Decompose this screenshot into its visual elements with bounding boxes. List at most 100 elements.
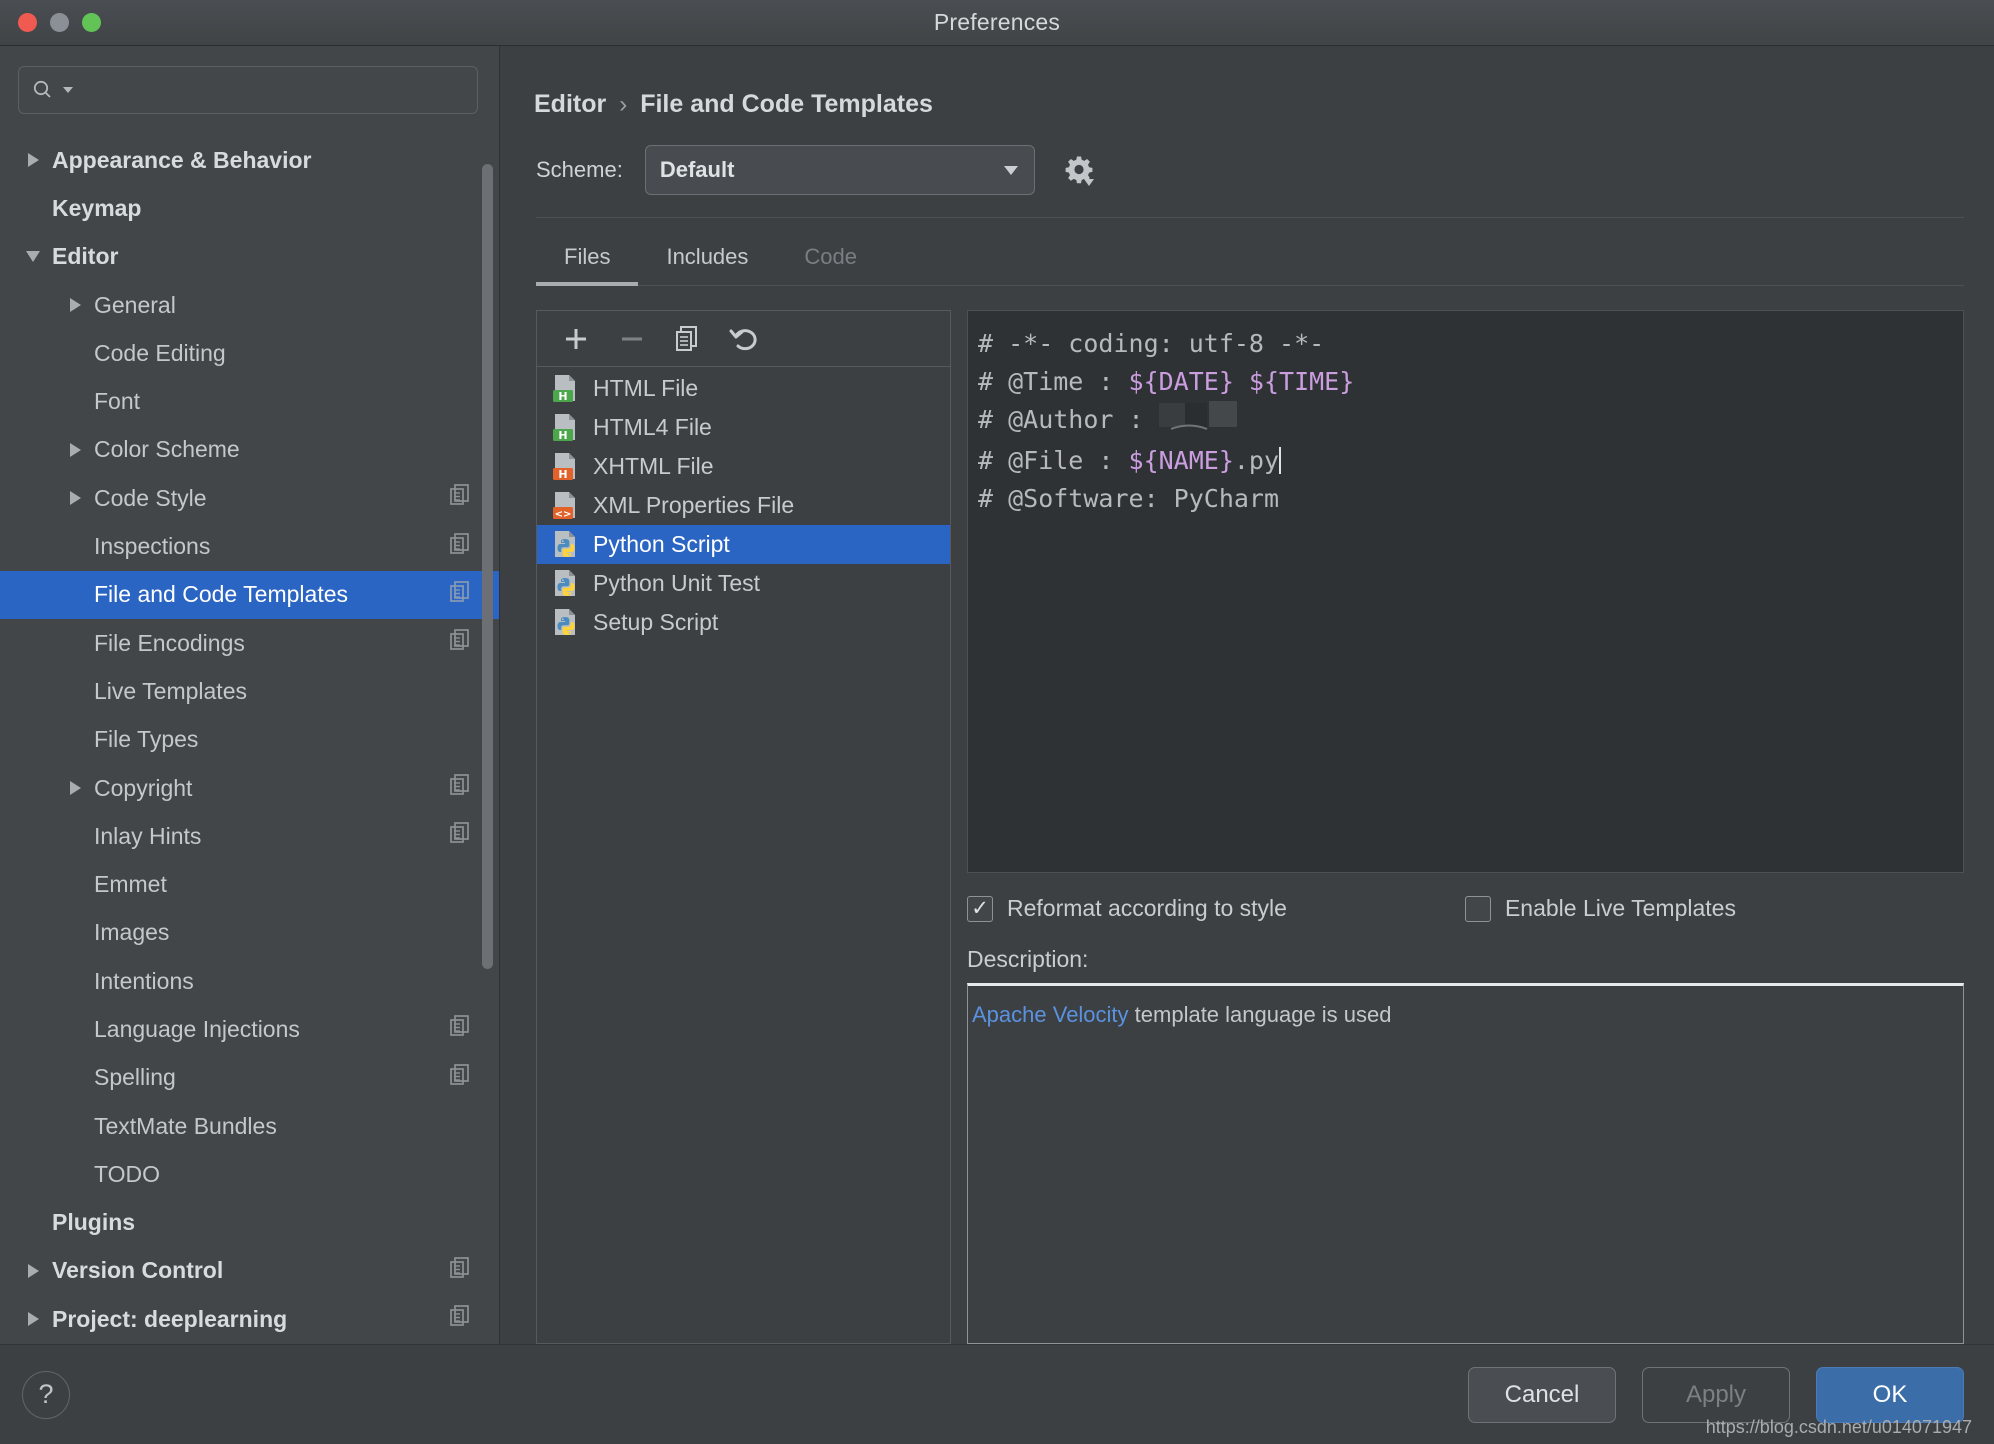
ok-button[interactable]: OK (1816, 1366, 1964, 1423)
sidebar-item-spelling[interactable]: Spelling (0, 1054, 499, 1102)
sidebar-item-label: Code Editing (94, 339, 226, 366)
sidebar-item-images[interactable]: Images (0, 909, 499, 957)
template-list-item[interactable]: Python Script (537, 525, 950, 564)
template-tabs[interactable]: Files Includes Code (500, 232, 1994, 286)
sidebar-item-file-encodings[interactable]: File Encodings (0, 619, 499, 667)
help-button[interactable]: ? (22, 1370, 70, 1419)
template-list-toolbar (537, 311, 950, 367)
template-list-item[interactable]: H HTML4 File (537, 408, 950, 447)
sidebar-item-general[interactable]: General (0, 281, 499, 329)
tab-files[interactable]: Files (536, 232, 639, 286)
watermark: https://blog.csdn.net/u014071947 (1705, 1417, 1972, 1437)
apache-velocity-link[interactable]: Apache Velocity (972, 1002, 1129, 1027)
sidebar-item-project-deeplearning[interactable]: Project: deeplearning (0, 1295, 499, 1343)
reformat-option[interactable]: Reformat according to style (967, 895, 1287, 922)
sidebar-item-font[interactable]: Font (0, 377, 499, 425)
chevron-right-icon[interactable] (22, 1260, 44, 1282)
settings-tree[interactable]: Appearance & Behavior Keymap Editor General… (0, 128, 499, 1344)
description-box[interactable]: Apache Velocity template language is use… (967, 983, 1964, 1344)
code-text: .py (1233, 446, 1280, 475)
python-file-icon (551, 569, 581, 599)
copy-badge-icon (447, 531, 473, 563)
chevron-right-icon[interactable] (64, 439, 86, 461)
scheme-settings-button[interactable] (1057, 149, 1099, 191)
copy-badge-icon (450, 822, 469, 844)
sidebar-item-file-and-code-templates[interactable]: File and Code Templates (0, 570, 499, 619)
search-input[interactable] (81, 79, 465, 101)
chevron-right-icon[interactable] (22, 149, 44, 171)
code-line: # @File : ${NAME}.py (968, 442, 1963, 480)
sidebar-item-label: Spelling (94, 1064, 176, 1091)
breadcrumb-parent[interactable]: Editor (534, 90, 606, 119)
template-list-item[interactable]: H HTML File (537, 369, 950, 408)
scheme-value: Default (659, 157, 735, 182)
templates-panes: H HTML File H HTML4 File H XHTML File <>… (500, 286, 1994, 1344)
sidebar-item-plugins[interactable]: Plugins (0, 1199, 499, 1247)
sidebar-item-intentions[interactable]: Intentions (0, 957, 499, 1005)
tab-code: Code (804, 244, 857, 269)
sidebar-item-todo[interactable]: TODO (0, 1150, 499, 1198)
chevron-right-icon[interactable] (64, 777, 86, 799)
python-file-icon (551, 530, 581, 560)
chevron-right-icon[interactable] (64, 487, 86, 509)
sidebar-item-version-control[interactable]: Version Control (0, 1247, 499, 1295)
template-list-item[interactable]: H XHTML File (537, 447, 950, 486)
copy-badge-icon (447, 1062, 473, 1094)
reformat-checkbox[interactable] (967, 895, 993, 922)
template-list-item-label: HTML File (593, 375, 699, 401)
breadcrumb: Editor › File and Code Templates (500, 46, 1994, 119)
minus-icon[interactable] (615, 322, 649, 356)
tab-includes[interactable]: Includes (638, 232, 776, 286)
template-list[interactable]: H HTML File H HTML4 File H XHTML File <>… (537, 367, 950, 1343)
code-line: # @Time : ${DATE} ${TIME} (968, 363, 1963, 401)
chevron-right-icon[interactable] (22, 1308, 44, 1330)
plus-icon[interactable] (559, 322, 593, 356)
sidebar-item-label: Code Style (94, 484, 207, 511)
template-variable: ${NAME} (1128, 446, 1234, 475)
live-templates-checkbox[interactable] (1464, 895, 1491, 922)
sidebar-item-copyright[interactable]: Copyright (0, 764, 499, 812)
sidebar-item-appearance-behavior[interactable]: Appearance & Behavior (0, 136, 499, 184)
sidebar-item-inlay-hints[interactable]: Inlay Hints (0, 812, 499, 860)
sidebar-item-keymap[interactable]: Keymap (0, 184, 499, 232)
sidebar-item-code-editing[interactable]: Code Editing (0, 329, 499, 377)
template-list-item[interactable]: <> XML Properties File (537, 486, 950, 525)
copy-icon[interactable] (671, 322, 705, 356)
sidebar-scrollbar[interactable] (482, 164, 493, 969)
search-box[interactable] (18, 66, 478, 114)
sidebar-item-label: Project: deeplearning (52, 1305, 288, 1332)
revert-icon[interactable] (727, 322, 761, 356)
twisty-placeholder (22, 197, 44, 219)
sidebar-item-emmet[interactable]: Emmet (0, 860, 499, 908)
sidebar-item-live-templates[interactable]: Live Templates (0, 667, 499, 715)
chevron-down-icon[interactable] (22, 246, 44, 268)
sidebar-item-editor[interactable]: Editor (0, 233, 499, 281)
code-line: # @Author : (968, 401, 1963, 442)
scheme-divider (536, 217, 1964, 218)
code-line: # -*- coding: utf-8 -*- (968, 325, 1963, 363)
twisty-placeholder (64, 584, 86, 606)
sidebar-item-textmate-bundles[interactable]: TextMate Bundles (0, 1102, 499, 1150)
scheme-select[interactable]: Default (644, 145, 1035, 195)
sidebar-item-inspections[interactable]: Inspections (0, 522, 499, 570)
sidebar-item-color-scheme[interactable]: Color Scheme (0, 426, 499, 474)
twisty-placeholder (64, 1018, 86, 1040)
sidebar-item-language-injections[interactable]: Language Injections (0, 1005, 499, 1053)
sidebar-item-file-types[interactable]: File Types (0, 716, 499, 764)
template-editor-pane: # -*- coding: utf-8 -*- # @Time : ${DATE}… (967, 310, 1964, 1344)
copy-badge-icon (450, 1257, 469, 1278)
cancel-button[interactable]: Cancel (1468, 1366, 1616, 1423)
search-dropdown-icon[interactable] (62, 84, 74, 96)
template-list-item[interactable]: Python Unit Test (537, 564, 950, 603)
template-list-item[interactable]: Setup Script (537, 603, 950, 642)
copy-badge-icon (450, 629, 469, 650)
chevron-right-icon[interactable] (64, 294, 86, 316)
xhtml-file-icon: H (551, 452, 581, 482)
sidebar-item-code-style[interactable]: Code Style (0, 474, 499, 522)
sidebar-item-label: File and Code Templates (94, 581, 348, 608)
copy-badge-icon (447, 482, 473, 514)
template-code-editor[interactable]: # -*- coding: utf-8 -*- # @Time : ${DATE}… (967, 310, 1964, 873)
template-list-item-label: Python Unit Test (593, 570, 761, 596)
template-list-pane: H HTML File H HTML4 File H XHTML File <>… (536, 310, 951, 1344)
live-templates-option[interactable]: Enable Live Templates (1464, 895, 1736, 922)
